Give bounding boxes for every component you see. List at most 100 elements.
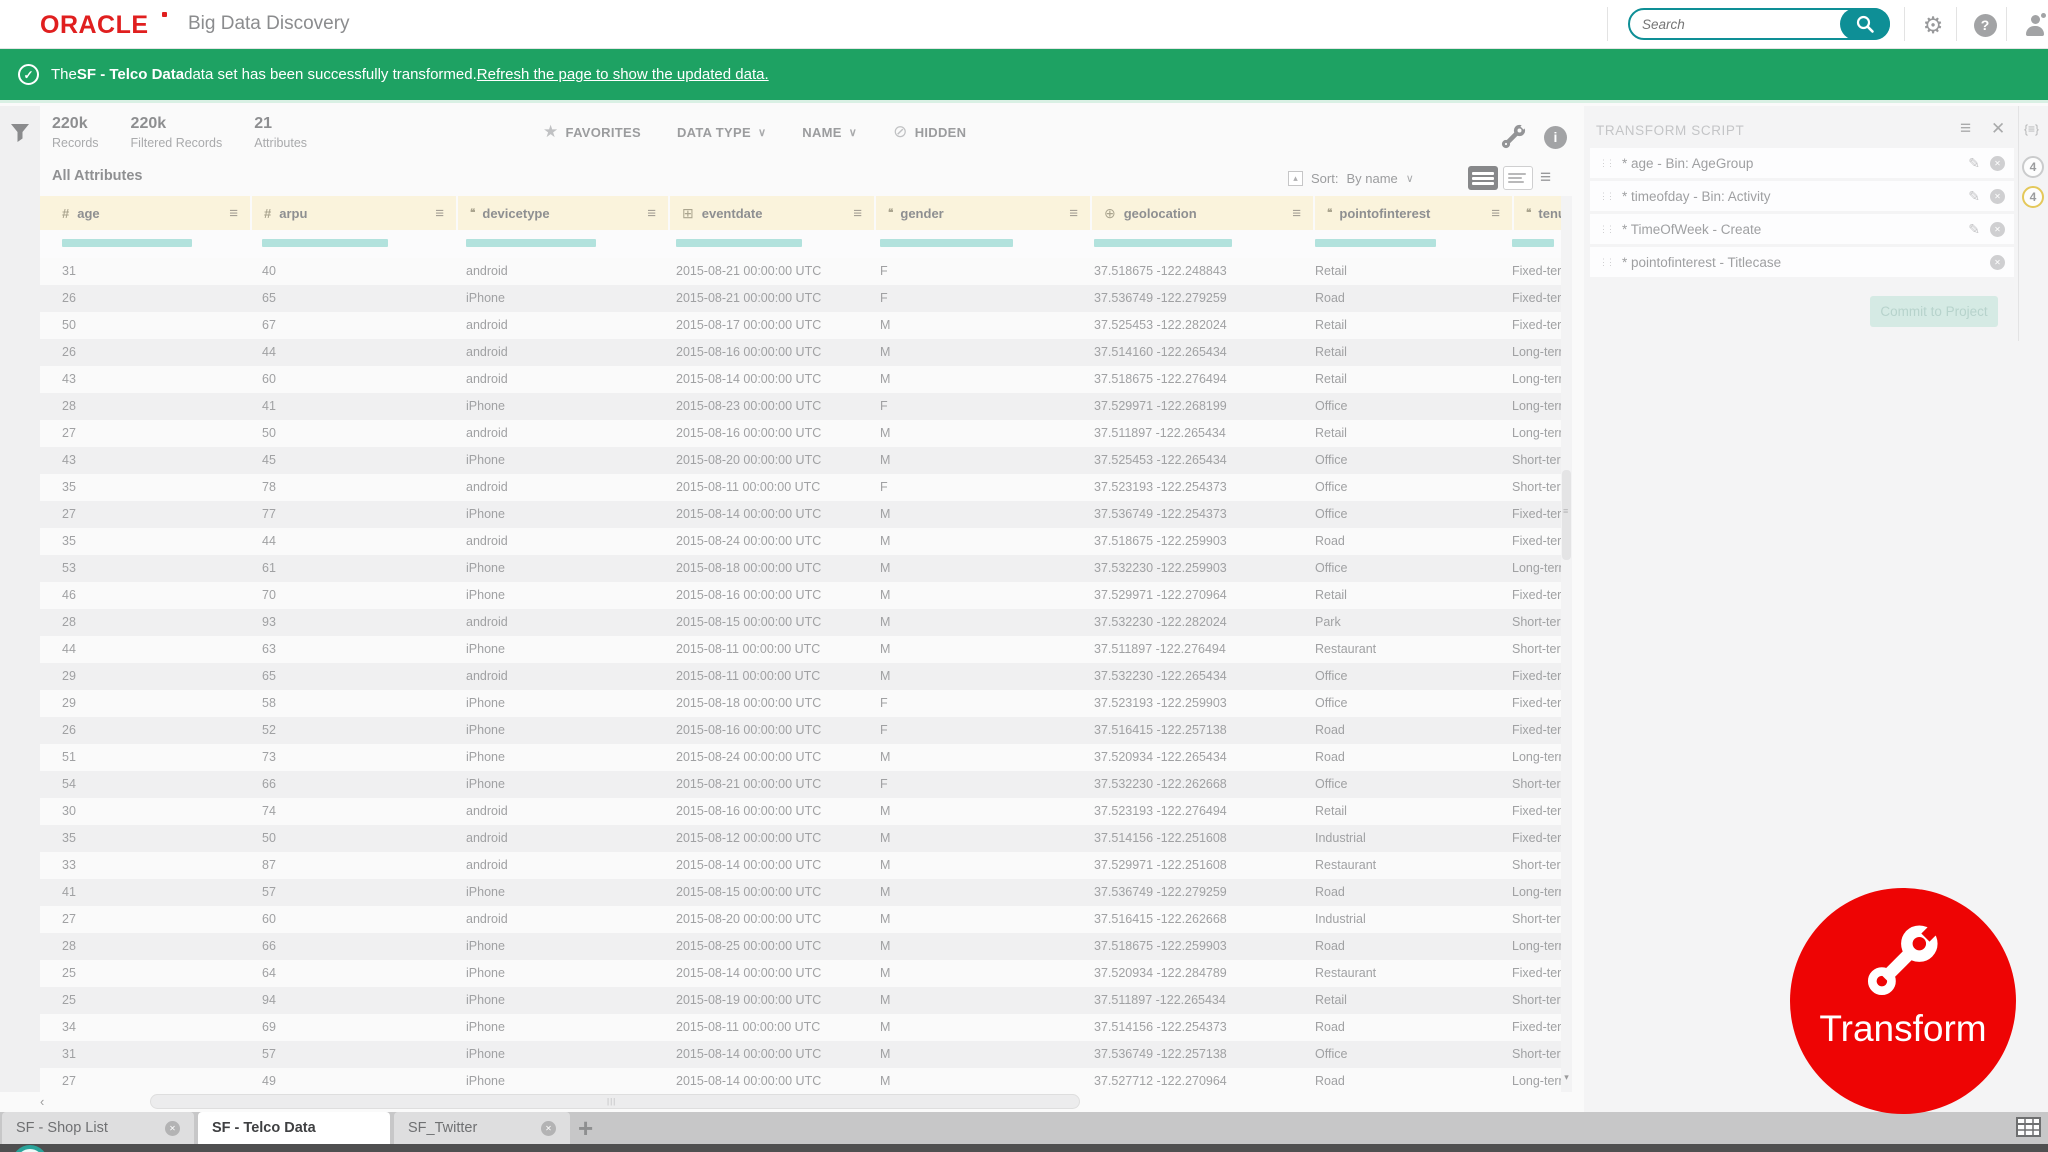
- hidden-button[interactable]: ⊘ HIDDEN: [893, 122, 966, 142]
- transform-fab-button[interactable]: Transform: [1790, 888, 2016, 1114]
- column-menu-icon[interactable]: ≡: [435, 205, 444, 222]
- table-view-button[interactable]: [1468, 166, 1498, 190]
- table-row: 27 49 iPhone 2015-08-14 00:00:00 UTC M 37.527…: [40, 1068, 1561, 1092]
- table-cell: 37.536749 -122.254373: [1094, 507, 1227, 521]
- scroll-down-arrow-icon[interactable]: ▾: [1561, 1072, 1572, 1083]
- column-header-pointofinterest[interactable]: ❝ pointofinterest ≡: [1315, 196, 1512, 230]
- dataset-tab[interactable]: SF_Twitter ✕: [394, 1112, 570, 1144]
- table-cell: 31: [62, 264, 76, 278]
- table-cell: Short-ter: [1512, 993, 1561, 1007]
- column-header-geolocation[interactable]: ⊕ geolocation ≡: [1092, 196, 1313, 230]
- help-icon[interactable]: ?: [1970, 10, 2000, 40]
- table-cell: 54: [62, 777, 76, 791]
- drag-handle-icon[interactable]: ⋮⋮: [1599, 257, 1615, 268]
- transform-step[interactable]: ⋮⋮ * TimeOfWeek - Create ✎ ✕: [1590, 214, 2014, 244]
- drag-handle-icon[interactable]: ⋮⋮: [1599, 158, 1615, 169]
- column-menu-icon[interactable]: ≡: [229, 205, 238, 222]
- table-cell: M: [880, 318, 891, 332]
- table-row: 46 70 iPhone 2015-08-16 00:00:00 UTC M 37.529…: [40, 582, 1561, 609]
- table-cell: 2015-08-23 00:00:00 UTC: [676, 399, 822, 413]
- table-cell: F: [880, 480, 888, 494]
- sort-direction-icon[interactable]: ▴: [1288, 171, 1303, 186]
- table-cell: 2015-08-21 00:00:00 UTC: [676, 777, 822, 791]
- sort-control[interactable]: ▴ Sort: By name ∨: [1288, 171, 1414, 186]
- table-cell: 25: [62, 966, 76, 980]
- add-dataset-tab-button[interactable]: +: [578, 1112, 593, 1144]
- dataset-tab[interactable]: SF - Shop List ✕: [2, 1112, 194, 1144]
- transform-step[interactable]: ⋮⋮ * age - Bin: AgeGroup ✎ ✕: [1590, 148, 2014, 178]
- transform-wrench-icon[interactable]: [1498, 122, 1528, 152]
- table-cell: iPhone: [466, 1047, 505, 1061]
- remove-step-icon[interactable]: ✕: [1990, 221, 2005, 237]
- edit-step-icon[interactable]: ✎: [1968, 221, 1980, 238]
- table-cell: M: [880, 372, 891, 386]
- tab-close-icon[interactable]: ✕: [541, 1120, 556, 1136]
- vertical-scroll-thumb[interactable]: [1562, 470, 1571, 560]
- vertical-scrollbar[interactable]: [1561, 196, 1572, 1092]
- data-type-dropdown[interactable]: DATA TYPE ∨: [677, 125, 766, 140]
- horizontal-scroll-thumb[interactable]: [150, 1094, 1080, 1109]
- grid-view-icon[interactable]: [2016, 1117, 2041, 1137]
- table-cell: 41: [62, 885, 76, 899]
- transform-step[interactable]: ⋮⋮ * pointofinterest - Titlecase ✕: [1590, 247, 2014, 277]
- table-menu-icon[interactable]: ≡: [1540, 167, 1551, 189]
- horizontal-scrollbar[interactable]: ‹: [40, 1094, 1561, 1110]
- column-menu-icon[interactable]: ≡: [1292, 205, 1301, 222]
- edit-step-icon[interactable]: ✎: [1968, 188, 1980, 205]
- table-cell: 2015-08-11 00:00:00 UTC: [676, 1020, 821, 1034]
- tab-label: SF - Shop List: [16, 1120, 108, 1136]
- remove-step-icon[interactable]: ✕: [1990, 254, 2005, 270]
- table-cell: Fixed-ter: [1512, 507, 1561, 521]
- refresh-page-link[interactable]: Refresh the page to show the updated dat…: [477, 66, 769, 83]
- search-input[interactable]: [1630, 10, 1836, 38]
- panel-menu-icon[interactable]: ≡: [1960, 118, 1971, 140]
- name-dropdown[interactable]: NAME ∨: [802, 125, 857, 140]
- column-header-eventdate[interactable]: ⊞ eventdate ≡: [670, 196, 874, 230]
- scroll-left-arrow-icon[interactable]: ‹: [40, 1094, 44, 1109]
- table-cell: 37.520934 -122.265434: [1094, 750, 1227, 764]
- quality-bar: [1512, 239, 1554, 247]
- drag-handle-icon[interactable]: ⋮⋮: [1599, 191, 1615, 202]
- table-cell: iPhone: [466, 507, 505, 521]
- column-menu-icon[interactable]: ≡: [1069, 205, 1078, 222]
- column-menu-icon[interactable]: ≡: [647, 205, 656, 222]
- filter-funnel-icon[interactable]: [9, 122, 31, 144]
- table-row: 28 93 android 2015-08-15 00:00:00 UTC M 37.53…: [40, 609, 1561, 636]
- commit-to-project-button[interactable]: Commit to Project: [1870, 296, 1998, 327]
- column-header-arpu[interactable]: # arpu ≡: [252, 196, 456, 230]
- table-cell: 33: [62, 858, 76, 872]
- remove-step-icon[interactable]: ✕: [1990, 155, 2005, 171]
- remove-step-icon[interactable]: ✕: [1990, 188, 2005, 204]
- table-cell: F: [880, 264, 888, 278]
- search-box: [1628, 8, 1890, 40]
- table-cell: M: [880, 426, 891, 440]
- favorites-button[interactable]: ★ FAVORITES: [543, 122, 641, 142]
- column-header-tenure[interactable]: ❝ tenure: [1514, 196, 1561, 230]
- script-braces-icon[interactable]: {≡}: [2024, 122, 2039, 136]
- table-cell: Office: [1315, 669, 1348, 683]
- list-view-button[interactable]: [1503, 166, 1533, 190]
- tab-close-icon[interactable]: ✕: [165, 1120, 180, 1136]
- table-cell: Road: [1315, 939, 1345, 953]
- column-header-age[interactable]: # age ≡: [40, 196, 250, 230]
- user-profile-icon[interactable]: [2020, 10, 2048, 40]
- edit-step-icon[interactable]: ✎: [1968, 155, 1980, 172]
- column-menu-icon[interactable]: ≡: [1491, 205, 1500, 222]
- panel-close-icon[interactable]: ✕: [1991, 119, 2005, 139]
- table-cell: iPhone: [466, 642, 505, 656]
- column-header-gender[interactable]: ❝ gender ≡: [876, 196, 1090, 230]
- search-button[interactable]: [1840, 8, 1890, 40]
- column-name: arpu: [279, 205, 308, 221]
- column-header-devicetype[interactable]: ❝ devicetype ≡: [458, 196, 668, 230]
- dataset-tab[interactable]: SF - Telco Data: [198, 1112, 390, 1144]
- info-icon[interactable]: i: [1544, 125, 1567, 149]
- column-menu-icon[interactable]: ≡: [853, 205, 862, 222]
- table-cell: 65: [262, 291, 276, 305]
- table-cell: Restaurant: [1315, 966, 1377, 980]
- settings-gear-icon[interactable]: ⚙: [1918, 10, 1948, 40]
- transform-step[interactable]: ⋮⋮ * timeofday - Bin: Activity ✎ ✕: [1590, 181, 2014, 211]
- table-cell: 44: [62, 642, 76, 656]
- dataset-tab-bar: + SF - Shop List ✕ SF - Telco Data SF_Twitt…: [0, 1112, 2048, 1144]
- drag-handle-icon[interactable]: ⋮⋮: [1599, 224, 1615, 235]
- favorites-label: FAVORITES: [565, 124, 641, 140]
